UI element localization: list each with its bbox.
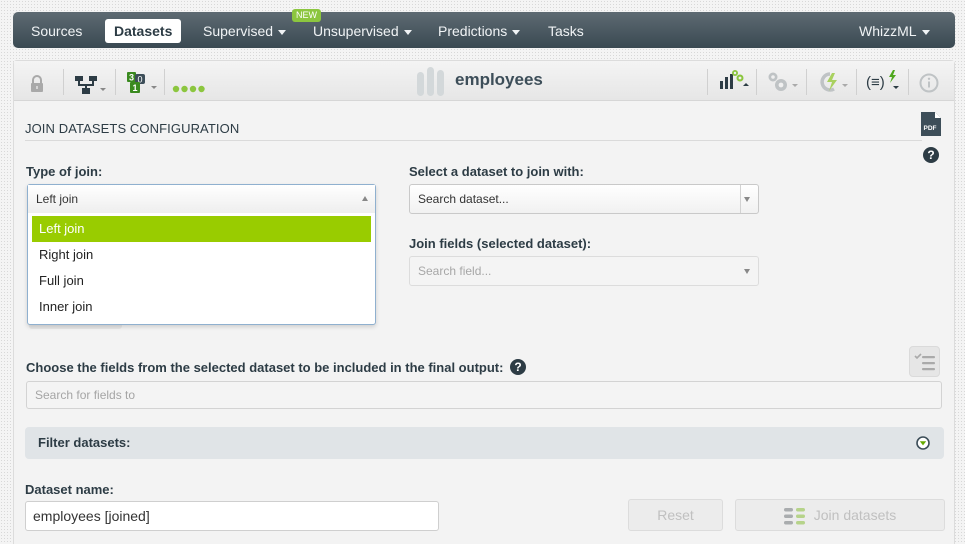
svg-text:(≡): (≡) (866, 74, 885, 91)
join-fields-label: Join fields (selected dataset): (409, 236, 592, 251)
status-dots-icon (172, 85, 205, 93)
nav-sources-label: Sources (31, 23, 83, 39)
toolbar-divider (115, 69, 116, 95)
choose-fields-input[interactable]: Search for fields to (26, 381, 942, 409)
nav-datasets-label: Datasets (114, 23, 173, 39)
option-right-join[interactable]: Right join (32, 242, 371, 268)
filter-datasets-label: Filter datasets: (38, 435, 131, 450)
chevron-up-icon (362, 196, 368, 201)
join-icon (783, 508, 805, 525)
join-options-list: Left join Right join Full join Inner joi… (28, 213, 375, 320)
nav-sources[interactable]: Sources (22, 19, 91, 43)
toolbar-divider (806, 69, 807, 95)
chart-gears-icon[interactable] (718, 69, 752, 93)
join-datasets-button[interactable]: Join datasets (735, 499, 945, 531)
option-full-join[interactable]: Full join (32, 268, 371, 294)
top-nav: Sources Datasets Supervised NEW Unsuperv… (13, 9, 955, 48)
toolbar-divider (856, 69, 857, 95)
chevron-down-icon (512, 29, 521, 35)
nav-unsupervised[interactable]: Unsupervised (304, 19, 421, 43)
select-all-fields-button[interactable] (909, 346, 940, 377)
toolbar-divider (756, 69, 757, 95)
nav-unsupervised-label: Unsupervised (313, 23, 399, 39)
nav-whizzml-label: WhizzML (859, 23, 917, 39)
svg-text:1: 1 (133, 83, 138, 93)
flash-cycle-icon[interactable] (816, 70, 850, 94)
option-left-join[interactable]: Left join (32, 216, 371, 242)
nav-predictions-label: Predictions (438, 23, 508, 39)
select-dataset-dropdown[interactable]: Search dataset... (409, 184, 759, 214)
nav-whizzml[interactable]: WhizzML (850, 19, 939, 43)
select-dataset-label: Select a dataset to join with: (409, 164, 584, 179)
dataset-title: employees (455, 70, 543, 89)
nav-supervised-label: Supervised (203, 23, 274, 39)
pdf-label: PDF (924, 125, 937, 132)
nav-tasks[interactable]: Tasks (539, 19, 593, 43)
toolbar-divider (908, 69, 909, 95)
join-fields-dropdown[interactable]: Search field... (409, 256, 759, 286)
type-of-join-value: Left join (36, 192, 79, 206)
whizzml-script-icon[interactable]: (≡) (866, 69, 902, 93)
numbers-icon[interactable]: 3 0 1 (127, 71, 159, 95)
toolbar-divider (164, 69, 165, 95)
lock-icon[interactable] (30, 72, 44, 96)
chevron-down-icon (921, 29, 930, 35)
svg-text:3: 3 (129, 73, 134, 83)
reset-label: Reset (657, 507, 694, 523)
nav-datasets[interactable]: Datasets (105, 19, 182, 43)
choose-fields-label: Choose the fields from the selected data… (26, 360, 504, 375)
toolbar-divider (63, 69, 64, 95)
tree-icon[interactable] (75, 73, 107, 97)
dataset-bars-icon (417, 67, 444, 96)
join-datasets-label: Join datasets (813, 507, 897, 523)
pdf-icon[interactable]: PDF (921, 112, 941, 136)
toolbar: 3 0 1 employees (≡) (14, 61, 954, 101)
type-of-join-dropdown[interactable]: Left join Left join Right join Full join… (27, 184, 376, 325)
help-icon[interactable]: ? (923, 147, 939, 163)
type-of-join-select[interactable]: Left join (28, 185, 375, 213)
chevron-down-icon (278, 29, 287, 35)
checklist-icon (914, 353, 935, 371)
dataset-name-input[interactable]: employees [joined] (25, 501, 439, 531)
nav-predictions[interactable]: Predictions (429, 19, 529, 43)
join-fields-placeholder: Search field... (418, 264, 492, 278)
nav-supervised[interactable]: Supervised (194, 19, 295, 43)
info-icon[interactable] (919, 71, 939, 95)
choose-fields-placeholder: Search for fields to (35, 388, 136, 402)
section-divider (25, 140, 922, 141)
chevron-down-icon (744, 197, 750, 202)
select-dataset-placeholder: Search dataset... (418, 192, 509, 206)
expand-toggle-icon[interactable] (916, 436, 930, 450)
toolbar-divider (707, 69, 708, 95)
gears-icon[interactable] (766, 70, 800, 94)
type-of-join-label: Type of join: (26, 164, 103, 179)
chevron-down-icon (744, 269, 750, 274)
dataset-name-label: Dataset name: (25, 482, 114, 497)
help-icon[interactable]: ? (510, 359, 526, 375)
section-title: JOIN DATASETS CONFIGURATION (25, 121, 240, 136)
main-panel: 3 0 1 employees (≡) JOIN DATASETS CONFIG… (13, 60, 955, 544)
nav-tasks-label: Tasks (548, 23, 584, 39)
dataset-name-value: employees [joined] (33, 508, 150, 524)
option-inner-join[interactable]: Inner join (32, 294, 371, 320)
chevron-down-icon (403, 29, 412, 35)
reset-button[interactable]: Reset (628, 499, 723, 531)
filter-datasets-panel[interactable]: Filter datasets: (25, 427, 944, 459)
